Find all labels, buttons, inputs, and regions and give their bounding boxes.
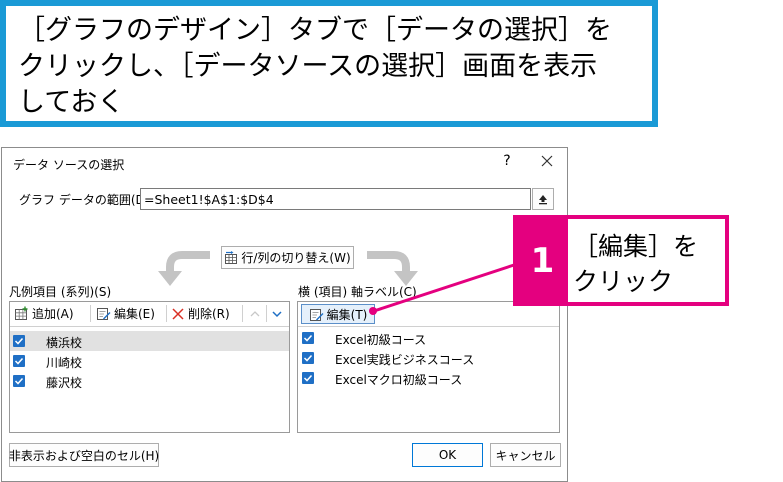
- hidden-empty-cells-button[interactable]: 非表示および空白のセル(H): [9, 443, 159, 467]
- move-up-icon: [250, 310, 260, 316]
- add-series-label: 追加(A): [32, 307, 74, 321]
- edit-icon: [97, 308, 111, 320]
- move-up-button[interactable]: [246, 304, 264, 323]
- legend-entries-toolbar: 追加(A) 編集(E) 削除(R): [10, 302, 289, 327]
- edit-series-label: 編集(E): [114, 307, 155, 321]
- checkbox-checked-icon: [14, 377, 24, 385]
- axis-labels-list: 編集(T) Excel初級コース Excel実践ビジネスコース Excelマクロ…: [297, 301, 560, 433]
- instruction-line-2: クリックし、［データソースの選択］画面を表示: [18, 51, 598, 82]
- toolbar-divider: [242, 305, 243, 322]
- series-checkbox[interactable]: [13, 355, 25, 367]
- axis-label-text: Excel実践ビジネスコース: [335, 353, 475, 367]
- move-down-button[interactable]: [268, 304, 286, 323]
- axis-label-row[interactable]: Excelマクロ初級コース: [298, 368, 559, 388]
- collapse-dialog-button[interactable]: [532, 188, 554, 210]
- chart-data-range-label: グラフ データの範囲(D):: [19, 193, 154, 207]
- cancel-button[interactable]: キャンセル: [490, 443, 561, 467]
- toolbar-divider: [90, 305, 91, 322]
- legend-entry-row[interactable]: 藤沢校: [10, 371, 289, 391]
- chart-data-range-value: =Sheet1!$A$1:$D$4: [144, 191, 274, 207]
- switch-row-column-icon: [225, 250, 238, 264]
- callout-line-2: クリック: [573, 267, 674, 296]
- legend-entry-row[interactable]: 横浜校: [10, 331, 289, 351]
- legend-entry-label: 藤沢校: [46, 376, 83, 390]
- edit-axis-labels-button[interactable]: 編集(T): [301, 304, 375, 324]
- edit-series-button[interactable]: 編集(E): [96, 304, 155, 323]
- axis-label-text: Excelマクロ初級コース: [335, 373, 463, 387]
- switch-row-column-button[interactable]: 行/列の切り替え(W): [221, 246, 354, 269]
- close-icon: [541, 155, 553, 167]
- axis-label-text: Excel初級コース: [335, 333, 427, 347]
- checkbox-checked-icon: [303, 334, 313, 342]
- axis-label-row[interactable]: Excel初級コース: [298, 328, 559, 348]
- legend-entry-label: 川崎校: [46, 356, 83, 370]
- axis-label-checkbox[interactable]: [302, 352, 314, 364]
- series-checkbox[interactable]: [13, 375, 25, 387]
- toolbar-divider: [166, 305, 167, 322]
- edit-icon: [309, 308, 324, 321]
- move-down-icon: [272, 310, 282, 317]
- legend-entry-label: 横浜校: [46, 336, 83, 350]
- step-number: 1: [517, 219, 568, 302]
- add-icon: [15, 306, 28, 320]
- toolbar-divider: [266, 305, 267, 322]
- axis-labels-heading: 横 (項目) 軸ラベル(C): [298, 285, 417, 299]
- remove-series-button[interactable]: 削除(R): [171, 304, 230, 323]
- delete-icon: [172, 307, 184, 320]
- close-button[interactable]: [538, 152, 556, 170]
- checkbox-checked-icon: [14, 357, 24, 365]
- collapse-dialog-icon: [539, 195, 547, 205]
- select-data-source-dialog: データ ソースの選択 ? グラフ データの範囲(D): =Sheet1!$A$1…: [1, 147, 568, 482]
- step-callout: 1 ［編集］を クリック: [513, 215, 729, 306]
- legend-entries-list: 追加(A) 編集(E) 削除(R) 横浜校 川崎校 藤沢校: [9, 301, 290, 433]
- legend-entry-row[interactable]: 川崎校: [10, 351, 289, 371]
- edit-axis-labels-label: 編集(T): [326, 307, 368, 322]
- axis-label-checkbox[interactable]: [302, 332, 314, 344]
- instruction-box: ［グラフのデザイン］タブで［データの選択］を クリックし、［データソースの選択］…: [0, 0, 658, 127]
- help-button[interactable]: ?: [500, 153, 514, 169]
- checkbox-checked-icon: [14, 337, 24, 345]
- checkbox-checked-icon: [303, 374, 313, 382]
- legend-entries-heading: 凡例項目 (系列)(S): [9, 285, 112, 299]
- callout-text: ［編集］を クリック: [573, 229, 698, 299]
- series-checkbox[interactable]: [13, 335, 25, 347]
- callout-line-1: ［編集］を: [573, 232, 699, 261]
- instruction-line-1: ［グラフのデザイン］タブで［データの選択］を: [18, 15, 612, 46]
- ok-button[interactable]: OK: [412, 443, 483, 467]
- dialog-title: データ ソースの選択: [13, 158, 125, 172]
- add-series-button[interactable]: 追加(A): [14, 304, 74, 323]
- axis-label-row[interactable]: Excel実践ビジネスコース: [298, 348, 559, 368]
- instruction-line-3: しておく: [18, 87, 125, 118]
- chart-data-range-input[interactable]: =Sheet1!$A$1:$D$4: [140, 188, 531, 210]
- checkbox-checked-icon: [303, 354, 313, 362]
- remove-series-label: 削除(R): [188, 307, 230, 321]
- switch-row-column-label: 行/列の切り替え(W): [241, 251, 351, 265]
- axis-label-checkbox[interactable]: [302, 372, 314, 384]
